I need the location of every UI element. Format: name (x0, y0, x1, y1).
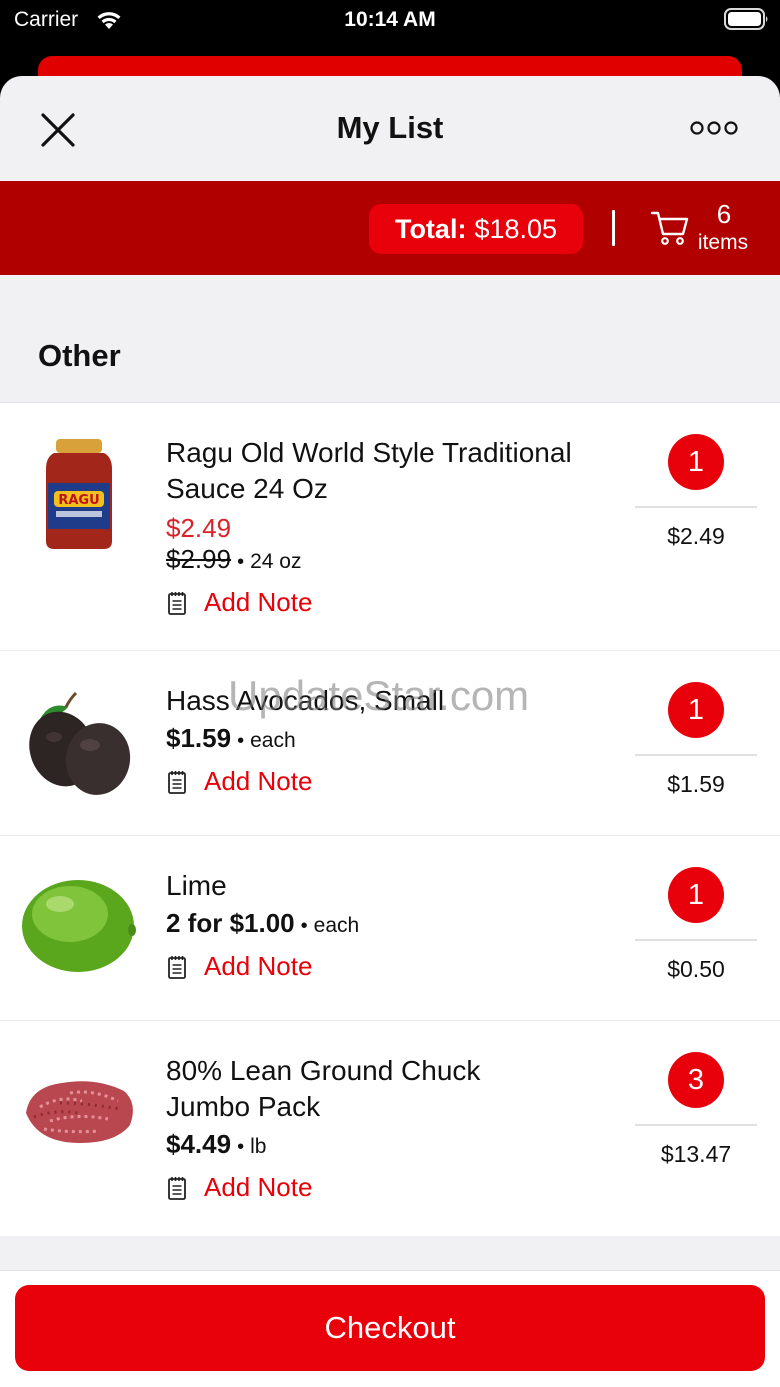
section-title: Other (38, 338, 121, 373)
item-unit: each (250, 729, 296, 752)
item-details: Lime 2 for $1.00 • each Add Note (166, 868, 616, 982)
my-list-sheet: My List Total: $18.05 6 items Other RAGU… (0, 76, 780, 1387)
add-note-label: Add Note (204, 1172, 313, 1202)
separator-dot: • (237, 1136, 245, 1158)
checkout-bar: Checkout (0, 1270, 780, 1387)
quantity-divider (635, 939, 757, 941)
price-line: $1.59 • each (166, 723, 616, 756)
regular-price: $2.99 (166, 544, 232, 574)
line-total: $13.47 (660, 1141, 732, 1167)
item-unit: 24 oz (250, 550, 302, 573)
price-line: $4.49 • lb (166, 1129, 616, 1162)
quantity-badge[interactable]: 1 (668, 434, 724, 490)
product-image-ground-beef (26, 1081, 133, 1143)
checkout-button[interactable]: Checkout (15, 1285, 765, 1371)
quantity-divider (635, 506, 757, 508)
add-note-label: Add Note (204, 766, 313, 796)
add-note-label: Add Note (204, 951, 313, 981)
separator-dot: • (237, 730, 245, 752)
item-unit: each (313, 914, 360, 937)
sheet-header: My List (0, 76, 780, 181)
total-badge: Total: $18.05 (369, 204, 583, 254)
add-note-button[interactable]: Add Note (166, 951, 616, 982)
item-list: RAGU Ragu Old World Style Traditional Sau… (0, 402, 780, 1236)
product-image-avocado (29, 691, 131, 795)
notepad-icon (168, 1176, 186, 1200)
quantity-badge[interactable]: 1 (668, 867, 724, 923)
add-note-button[interactable]: Add Note (166, 587, 616, 618)
price-line: $2.99 • 24 oz (166, 544, 616, 577)
svg-text:RAGU: RAGU (58, 493, 99, 508)
item-unit: lb (250, 1135, 267, 1158)
add-note-button[interactable]: Add Note (166, 766, 616, 797)
status-time: 10:14 AM (344, 8, 436, 31)
total-value: $18.05 (474, 213, 558, 244)
item-name-line2: Jumbo Pack (166, 1091, 321, 1122)
status-bar: Carrier 10:14 AM (0, 0, 780, 44)
list-item[interactable]: Lime 2 for $1.00 • each Add Note 1 $0.50 (0, 836, 780, 1021)
total-divider (612, 210, 615, 246)
list-item[interactable]: Hass Avocados, Small $1.59 • each Add Note… (0, 651, 780, 836)
line-total: $1.59 (667, 771, 725, 797)
more-icon[interactable] (690, 118, 738, 138)
item-name: Lime (166, 870, 227, 901)
list-item[interactable]: 80% Lean Ground Chuck Jumbo Pack $4.49 • lb… (0, 1021, 780, 1236)
line-total: $2.49 (667, 523, 725, 549)
notepad-icon (168, 591, 186, 615)
price-line: 2 for $1.00 • each (166, 908, 616, 941)
item-price: $4.49 (166, 1129, 232, 1159)
item-details: 80% Lean Ground Chuck Jumbo Pack $4.49 • lb… (166, 1053, 616, 1203)
item-name-line1: 80% Lean Ground Chuck (166, 1055, 481, 1086)
separator-dot: • (300, 915, 308, 937)
notepad-icon (168, 955, 186, 979)
item-details: Hass Avocados, Small $1.59 • each Add Note (166, 683, 616, 797)
sale-price: $2.49 (166, 513, 232, 543)
cart-items-label: items (697, 231, 749, 254)
quantity-badge[interactable]: 3 (668, 1052, 724, 1108)
item-details: Ragu Old World Style Traditional Sauce 24… (166, 435, 616, 618)
item-name: 80% Lean Ground Chuck Jumbo Pack (166, 1053, 616, 1125)
item-name-line1: Ragu Old World Style Traditional (166, 437, 572, 468)
separator-dot: • (237, 551, 245, 573)
item-price: 2 for $1.00 (166, 908, 295, 938)
cart-icon[interactable] (650, 207, 690, 247)
item-price: $1.59 (166, 723, 232, 753)
page-title: My List (336, 110, 444, 145)
list-item[interactable]: RAGU Ragu Old World Style Traditional Sau… (0, 403, 780, 651)
quantity-badge[interactable]: 1 (668, 682, 724, 738)
sale-price-line: $2.49 (166, 513, 616, 544)
item-name-line2: Sauce 24 Oz (166, 473, 328, 504)
quantity-divider (635, 1124, 757, 1126)
line-total: $0.50 (667, 956, 725, 982)
total-bar: Total: $18.05 6 items (0, 181, 780, 275)
item-name: Hass Avocados, Small (166, 685, 445, 716)
product-image-ragu: RAGU (46, 439, 112, 549)
product-image-lime (22, 880, 136, 972)
add-note-label: Add Note (204, 587, 313, 617)
notepad-icon (168, 770, 186, 794)
total-label: Total: (394, 213, 467, 244)
add-note-button[interactable]: Add Note (166, 1172, 616, 1203)
cart-item-count: 6 (716, 199, 732, 229)
quantity-divider (635, 754, 757, 756)
battery-icon (724, 8, 768, 30)
item-name: Ragu Old World Style Traditional Sauce 24… (166, 435, 616, 507)
